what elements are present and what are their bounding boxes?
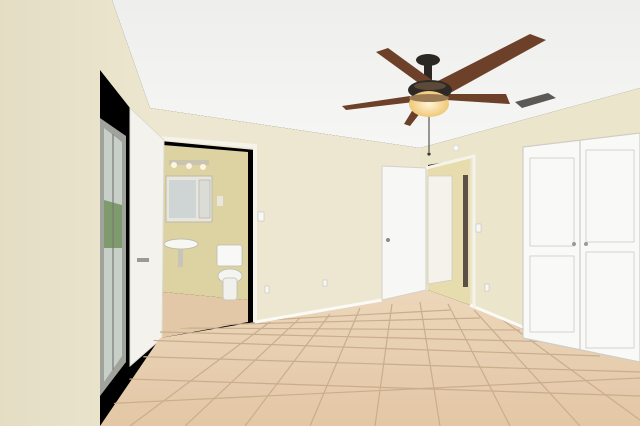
room-illustration (0, 0, 640, 426)
bedroom-photo (0, 0, 640, 426)
sliding-glass-door (100, 118, 126, 396)
smoke-detector (452, 144, 460, 152)
bedroom-door (381, 165, 427, 301)
bathroom (160, 145, 248, 338)
light-switch (257, 211, 265, 222)
hallway (427, 158, 470, 305)
left-wall (0, 0, 150, 426)
bathroom-door (129, 106, 165, 368)
closet-door (522, 132, 640, 363)
